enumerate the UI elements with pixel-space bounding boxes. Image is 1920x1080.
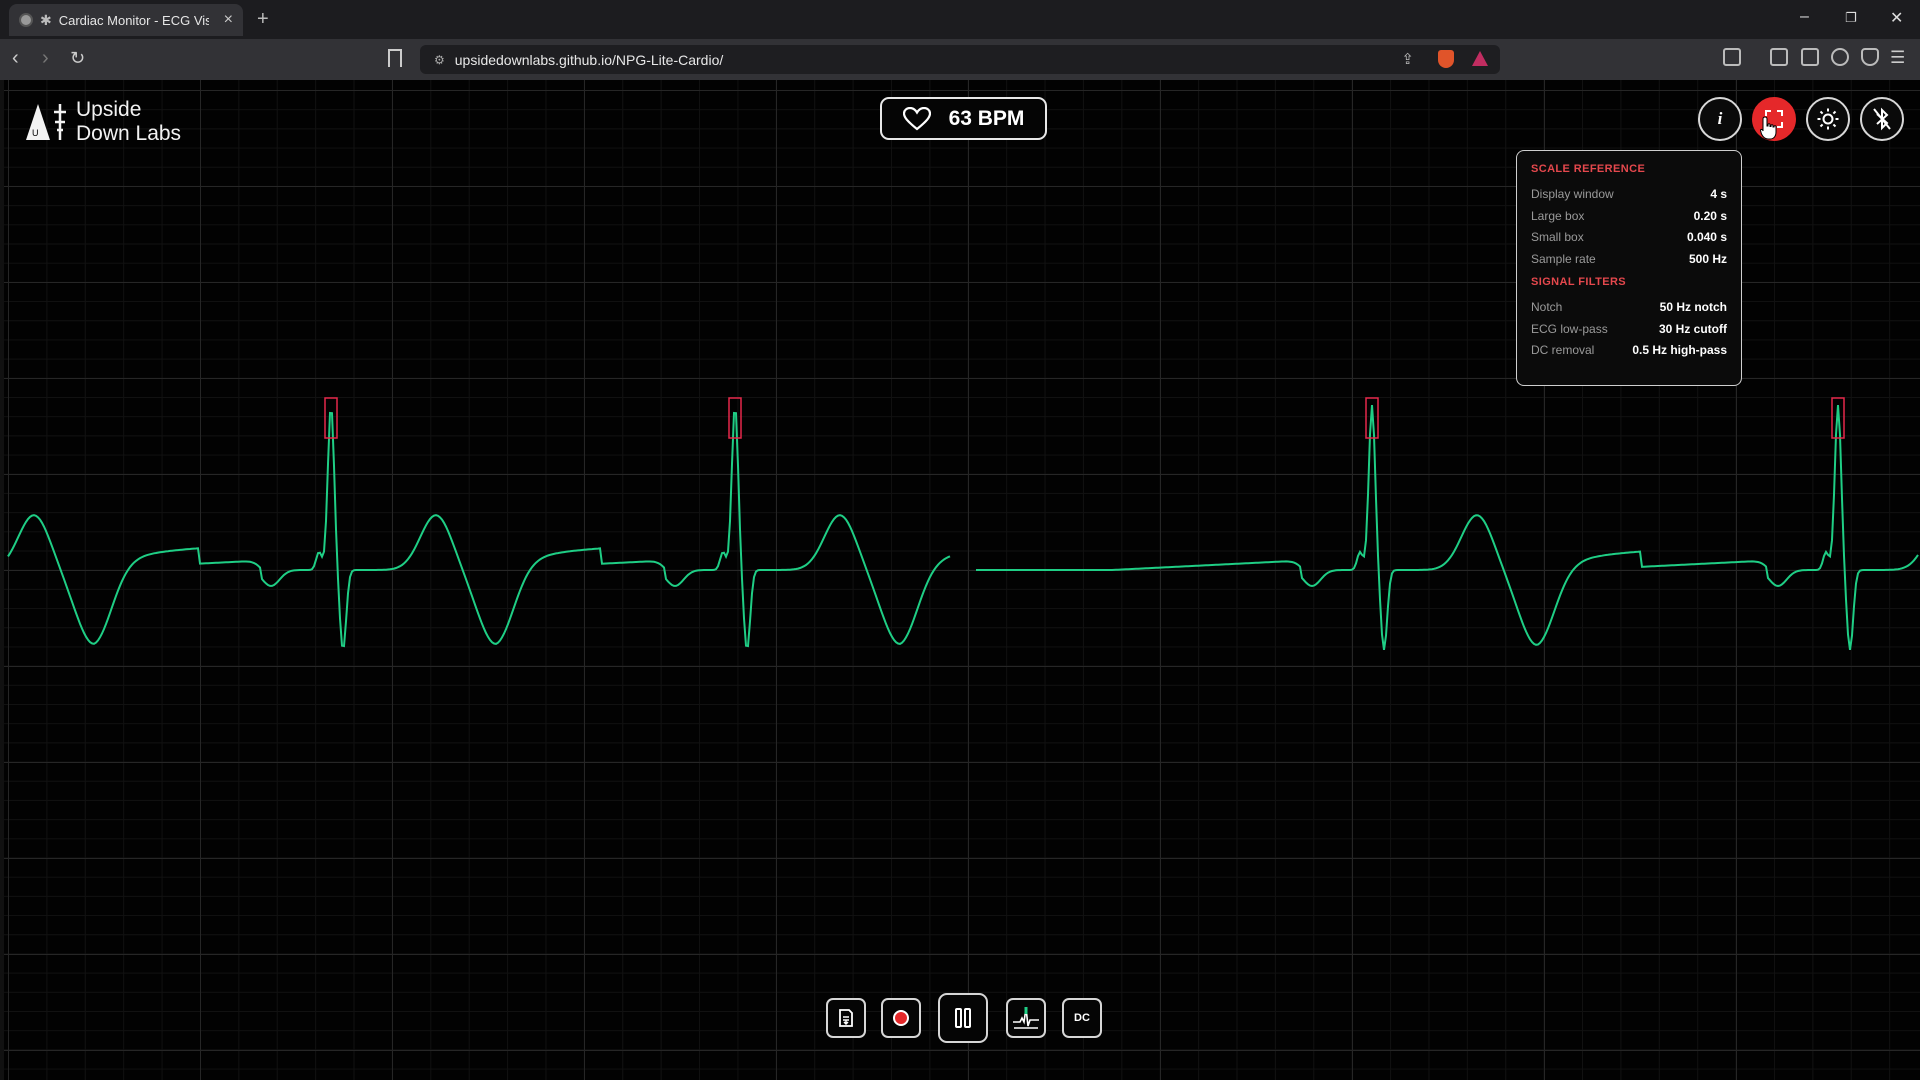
peak-marker — [728, 397, 742, 439]
share-icon[interactable]: ⇪ — [1401, 50, 1414, 68]
heart-icon — [902, 106, 931, 130]
ecg-trace-left — [7, 411, 951, 648]
ecg-trace-right — [976, 405, 1919, 651]
restore-icon[interactable]: ❐ — [1845, 10, 1857, 26]
dc-button[interactable]: DC — [1062, 998, 1102, 1038]
bpm-value: 63 BPM — [948, 106, 1025, 130]
scale-row: Sample rate 500 Hz — [1531, 251, 1727, 266]
heart-rate-display: 63 BPM — [880, 97, 1047, 140]
dc-label: DC — [1074, 1012, 1090, 1024]
window-close-icon[interactable]: ✕ — [1890, 8, 1903, 28]
upside-down-labs-logo: U Upside Down Labs — [24, 98, 181, 146]
reload-icon[interactable]: ↻ — [70, 48, 85, 69]
filter-row: DC removal 0.5 Hz high-pass — [1531, 343, 1727, 357]
screenshot-icon[interactable] — [1723, 48, 1741, 66]
pause-button[interactable] — [938, 993, 988, 1043]
record-icon — [893, 1010, 909, 1026]
menu-icon[interactable]: ☰ — [1890, 48, 1905, 68]
bluetooth-tab-icon: ✱ — [40, 11, 52, 28]
save-icon — [839, 1009, 853, 1027]
brave-shields-icon[interactable] — [1438, 50, 1454, 68]
bluetooth-button[interactable] — [1860, 97, 1904, 141]
info-icon: i — [1717, 109, 1723, 128]
control-bar: DC — [4, 993, 1920, 1048]
peak-marker-icon — [1013, 1007, 1039, 1029]
brightness-icon — [1817, 108, 1839, 130]
sidebar-icon[interactable] — [1770, 48, 1788, 66]
ecg-app: U Upside Down Labs 63 BPM i SCALE REFERE… — [0, 80, 1920, 1080]
mouse-cursor-icon — [1760, 116, 1777, 140]
tab-close-button[interactable]: × — [224, 11, 233, 29]
tab-title: Cardiac Monitor - ECG Visuali — [58, 12, 209, 28]
pause-icon — [955, 1008, 971, 1028]
url-text: upsidedownlabs.github.io/NPG-Lite-Cardio… — [454, 51, 724, 68]
scale-row: Small box 0.040 s — [1531, 230, 1727, 244]
logo-line1: Upside — [76, 98, 142, 121]
wallet-icon[interactable] — [1801, 48, 1819, 66]
logo-mark-icon: U — [26, 104, 66, 140]
forward-icon[interactable]: › — [42, 47, 49, 70]
new-tab-button[interactable]: + — [257, 8, 269, 31]
address-toolbar: ‹ › ↻ ⚙ upsidedownlabs.github.io/NPG-Lit… — [0, 39, 1920, 80]
site-info-icon[interactable]: ⚙ — [434, 53, 445, 67]
leo-icon[interactable] — [1831, 48, 1849, 66]
browser-tab[interactable]: ✱ Cardiac Monitor - ECG Visuali × — [9, 4, 243, 36]
signal-filters-title: SIGNAL FILTERS — [1531, 276, 1627, 288]
record-button[interactable] — [881, 998, 921, 1038]
scale-reference-title: SCALE REFERENCE — [1531, 163, 1646, 175]
filter-row: Notch 50 Hz notch — [1531, 300, 1727, 314]
peak-marker-button[interactable] — [1006, 998, 1046, 1038]
peak-markers — [324, 397, 1845, 439]
browser-tabbar: ✱ Cardiac Monitor - ECG Visuali × + – ❐ … — [0, 0, 1920, 39]
logo-line2: Down Labs — [76, 122, 182, 145]
scale-row: Large box 0.20 s — [1531, 208, 1727, 223]
svg-text:U: U — [32, 128, 39, 138]
address-bar[interactable]: ⚙ upsidedownlabs.github.io/NPG-Lite-Card… — [420, 45, 1500, 74]
brightness-button[interactable] — [1806, 97, 1850, 141]
bookmark-icon[interactable] — [388, 49, 402, 67]
info-button[interactable]: i — [1698, 97, 1742, 141]
back-icon[interactable]: ‹ — [12, 47, 19, 70]
filter-row: ECG low-pass 30 Hz cutoff — [1531, 321, 1727, 336]
brave-rewards-icon[interactable] — [1472, 51, 1488, 66]
favicon-icon — [19, 13, 33, 27]
scale-reference-panel: SCALE REFERENCE Display window 4 s Large … — [1516, 150, 1742, 386]
scale-row: Display window 4 s — [1531, 187, 1727, 201]
bluetooth-off-icon — [1873, 107, 1891, 131]
peak-marker — [324, 397, 338, 439]
vpn-icon[interactable] — [1861, 48, 1879, 66]
save-button[interactable] — [826, 998, 866, 1038]
minimize-icon[interactable]: – — [1800, 8, 1809, 26]
